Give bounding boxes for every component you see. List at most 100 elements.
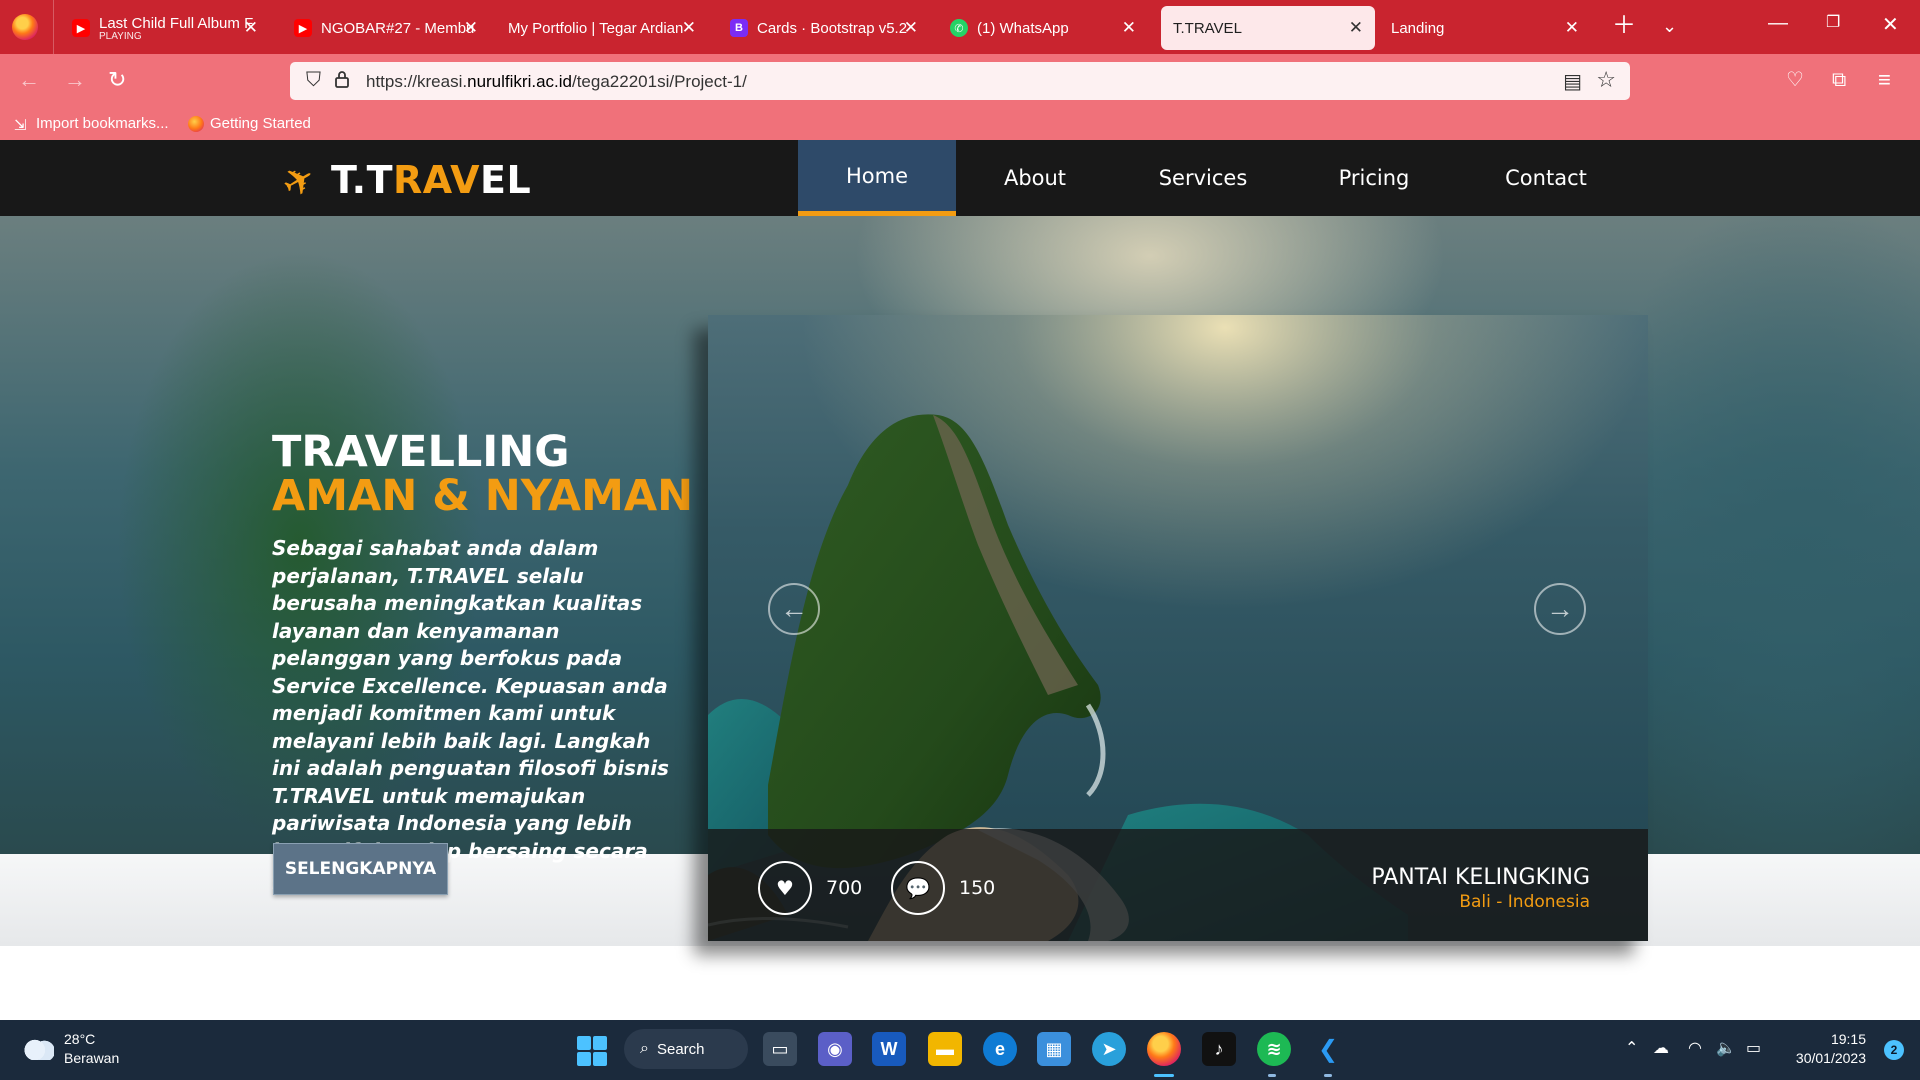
bookmark-import[interactable]: ⇲ Import bookmarks... — [14, 115, 169, 134]
headline-line-2: AMAN & NYAMAN — [272, 471, 694, 521]
show-hidden-icons-icon[interactable]: ⌃ — [1625, 1038, 1638, 1058]
tab-ttravel[interactable]: T.TRAVEL ✕ — [1161, 6, 1375, 50]
windows-start-icon[interactable] — [577, 1036, 607, 1066]
browser-tab-bar: ▶ Last Child Full Album F PLAYING ✕ ▶ NGO… — [0, 0, 1920, 54]
search-label: Search — [656, 1040, 705, 1058]
close-icon[interactable]: ✕ — [1565, 18, 1579, 38]
shield-icon[interactable]: ⛉ — [306, 69, 321, 92]
word-icon[interactable]: W — [872, 1032, 906, 1066]
tab-playing-label: PLAYING — [99, 30, 142, 42]
slide-caption-bar: ♥ 700 💬 150 PANTAI KELINGKING Bali - Ind… — [708, 829, 1648, 941]
import-icon: ⇲ — [14, 116, 27, 134]
reload-icon[interactable]: ↻ — [108, 66, 126, 94]
weather-desc: Berawan — [64, 1050, 120, 1066]
url-path: /tega22201si/Project-1/ — [571, 72, 747, 91]
comment-icon[interactable]: 💬 — [891, 861, 945, 915]
hero-headline: TRAVELLING AMAN & NYAMAN — [272, 430, 693, 518]
tiktok-icon[interactable]: ♪ — [1202, 1032, 1236, 1066]
tab-title: Cards · Bootstrap v5.2 — [757, 19, 908, 37]
clock-time: 19:15 — [1830, 1031, 1866, 1047]
tab-title: Landing — [1391, 19, 1445, 37]
close-icon[interactable]: ✕ — [464, 18, 478, 38]
file-explorer-icon[interactable]: ▬ — [928, 1032, 962, 1066]
weather-temp: 28°C — [64, 1031, 96, 1047]
tab-whatsapp[interactable]: ✆ (1) WhatsApp ✕ — [938, 6, 1148, 50]
task-view-icon[interactable]: ▭ — [763, 1032, 797, 1066]
wifi-icon[interactable]: ◠ — [1688, 1038, 1702, 1058]
active-app-indicator — [1154, 1074, 1174, 1077]
new-tab-icon[interactable]: ＋ — [1612, 12, 1636, 40]
comments-stat[interactable]: 💬 150 — [891, 861, 995, 915]
bookmark-getting-started[interactable]: Getting Started — [188, 115, 311, 132]
whatsapp-icon: ✆ — [950, 19, 968, 37]
firefox-icon[interactable] — [12, 14, 38, 40]
url-text[interactable]: https://kreasi.nurulfikri.ac.id/tega2220… — [366, 72, 747, 92]
clock-date: 30/01/2023 — [1795, 1050, 1866, 1066]
tab-landing[interactable]: Landing ✕ — [1379, 6, 1591, 50]
microsoft-store-icon[interactable]: ▦ — [1037, 1032, 1071, 1066]
tab-bootstrap[interactable]: B Cards · Bootstrap v5.2 ✕ — [718, 6, 930, 50]
close-icon[interactable]: ✕ — [1349, 18, 1363, 38]
tab-title: Last Child Full Album F — [99, 14, 254, 32]
taskbar-search[interactable]: ⌕ Search — [624, 1029, 748, 1069]
tab-portfolio[interactable]: My Portfolio | Tegar Ardian ✕ — [496, 6, 708, 50]
spotify-icon[interactable]: ≋ — [1257, 1032, 1291, 1066]
tab-title: NGOBAR#27 - Membu — [321, 19, 475, 37]
close-icon[interactable]: ✕ — [904, 18, 918, 38]
lock-icon[interactable] — [335, 70, 349, 88]
windows-taskbar: 28°C Berawan ⌕ Search ▭ ◉ W ▬ e ▦ ➤ ♪ ≋ … — [0, 1020, 1920, 1080]
close-icon[interactable]: ✕ — [244, 18, 258, 38]
nav-contact[interactable]: Contact — [1456, 140, 1636, 216]
bootstrap-icon: B — [730, 19, 748, 37]
youtube-icon: ▶ — [72, 19, 90, 37]
nav-home[interactable]: Home — [798, 140, 956, 216]
heart-icon[interactable]: ♥ — [758, 861, 812, 915]
vscode-icon[interactable]: ❮ — [1311, 1032, 1345, 1066]
back-arrow-icon[interactable]: ← — [18, 66, 40, 94]
selengkapnya-button[interactable]: SELENGKAPNYA — [273, 843, 448, 895]
weather-widget[interactable]: 28°C Berawan — [22, 1030, 119, 1068]
slider-prev-arrow-icon[interactable]: ← — [768, 583, 820, 635]
brand-name: T.TRAVEL — [331, 158, 531, 202]
url-prefix: https://kreasi. — [366, 72, 468, 91]
nav-about[interactable]: About — [956, 140, 1114, 216]
place-name: PANTAI KELINGKING — [1371, 865, 1590, 890]
nav-pricing[interactable]: Pricing — [1292, 140, 1456, 216]
nav-services[interactable]: Services — [1114, 140, 1292, 216]
minimize-icon[interactable]: — — [1768, 12, 1788, 35]
reader-view-icon[interactable]: ▤ — [1563, 69, 1582, 94]
bookmark-label: Getting Started — [210, 115, 311, 132]
address-bar[interactable]: ⛉ https://kreasi.nurulfikri.ac.id/tega22… — [290, 62, 1630, 100]
site-logo[interactable]: ✈ T.TRAVEL — [275, 156, 531, 208]
volume-icon[interactable]: 🔈 — [1716, 1038, 1736, 1058]
tab-last-child[interactable]: ▶ Last Child Full Album F PLAYING ✕ — [60, 6, 270, 50]
brand-part: T.T — [331, 158, 394, 202]
pocket-icon[interactable]: ♡ — [1786, 66, 1804, 94]
tab-title: (1) WhatsApp — [977, 19, 1069, 37]
bookmark-label: Import bookmarks... — [36, 115, 169, 132]
tab-ngobar[interactable]: ▶ NGOBAR#27 - Membu ✕ — [282, 6, 490, 50]
teams-chat-icon[interactable]: ◉ — [818, 1032, 852, 1066]
menu-icon[interactable]: ≡ — [1878, 66, 1891, 94]
edge-icon[interactable]: e — [983, 1032, 1017, 1066]
window-close-icon[interactable]: ✕ — [1882, 12, 1899, 37]
list-tabs-icon[interactable]: ⌄ — [1662, 12, 1677, 40]
bookmark-star-icon[interactable]: ☆ — [1596, 67, 1616, 93]
close-icon[interactable]: ✕ — [1122, 18, 1136, 38]
forward-arrow-icon[interactable]: → — [64, 66, 86, 94]
extensions-icon[interactable]: ⧉ — [1832, 66, 1846, 94]
slider-next-arrow-icon[interactable]: → — [1534, 583, 1586, 635]
site-menu: Home About Services Pricing Contact — [798, 140, 1636, 216]
onedrive-icon[interactable]: ☁ — [1653, 1038, 1669, 1058]
image-slider: ← → ♥ 700 💬 150 PANTAI KELINGKING Bali -… — [708, 315, 1648, 941]
close-icon[interactable]: ✕ — [682, 18, 696, 38]
taskbar-clock[interactable]: 19:15 30/01/2023 — [1796, 1030, 1866, 1068]
telegram-icon[interactable]: ➤ — [1092, 1032, 1126, 1066]
comments-count: 150 — [959, 877, 996, 899]
notification-badge[interactable]: 2 — [1884, 1040, 1904, 1060]
restore-icon[interactable]: ❐ — [1826, 12, 1840, 32]
firefox-taskbar-icon[interactable] — [1147, 1032, 1181, 1066]
battery-icon[interactable]: ▭ — [1746, 1038, 1761, 1058]
likes-stat[interactable]: ♥ 700 — [758, 861, 862, 915]
slide-place: PANTAI KELINGKING Bali - Indonesia — [1371, 865, 1590, 912]
